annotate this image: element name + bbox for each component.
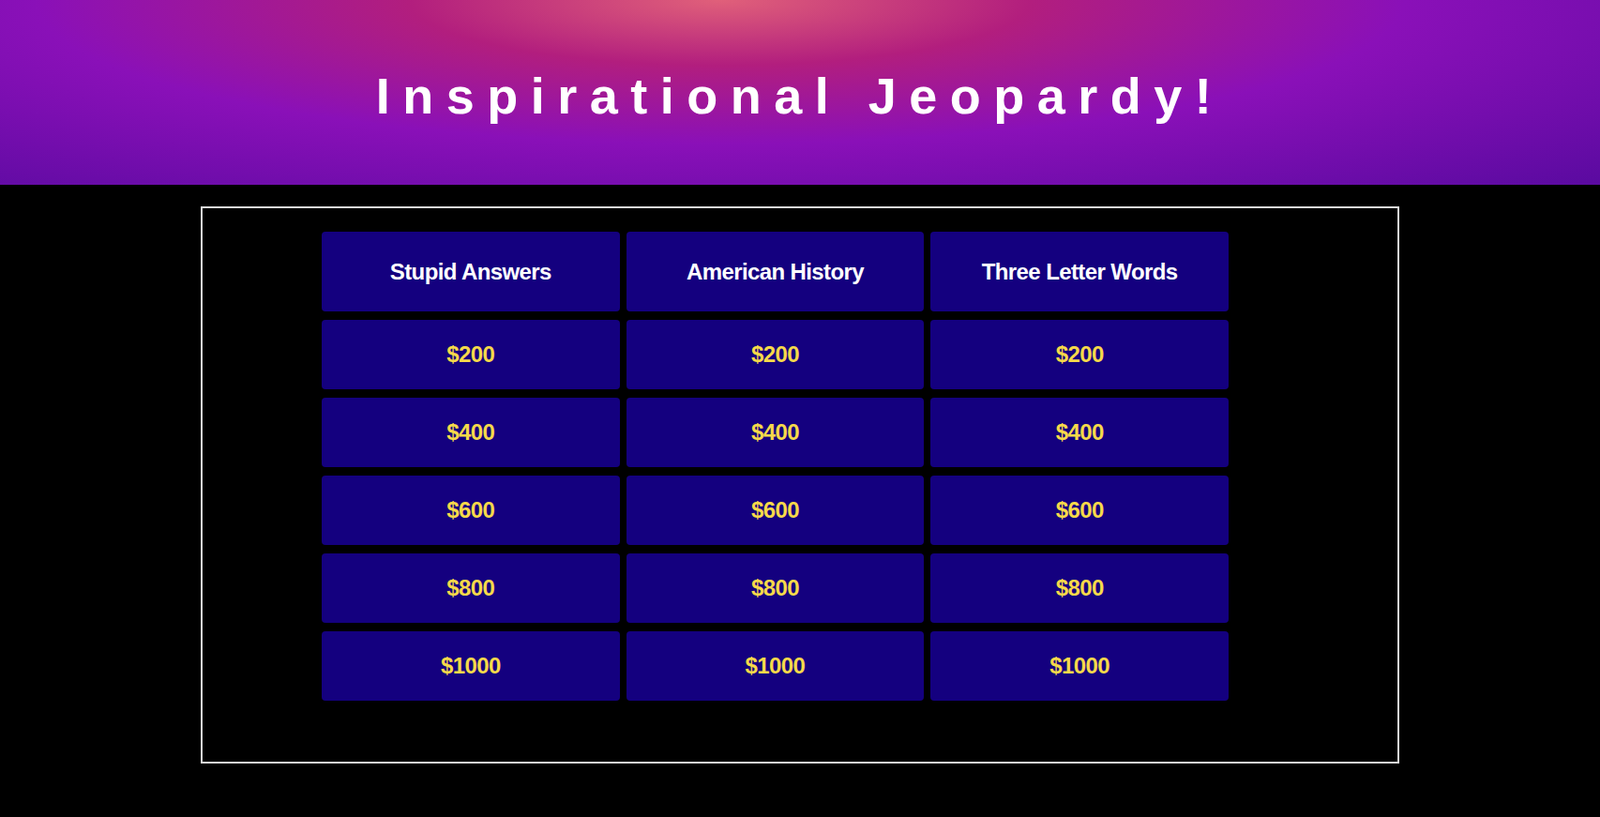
clue-cell[interactable]: $200 (626, 319, 925, 390)
clue-cell[interactable]: $1000 (930, 631, 1229, 701)
clue-cell[interactable]: $200 (930, 319, 1229, 390)
clue-cell[interactable]: $600 (626, 475, 925, 545)
clue-cell[interactable]: $600 (930, 475, 1229, 545)
clue-cell[interactable]: $400 (930, 397, 1229, 468)
board-area: Stupid Answers$200$400$600$800$1000Ameri… (0, 184, 1600, 801)
app: Inspirational Jeopardy!Stupid Answers$20… (0, 0, 1600, 817)
category-header: American History (626, 231, 925, 312)
clue-cell[interactable]: $400 (626, 397, 925, 468)
clue-cell[interactable]: $800 (321, 553, 620, 623)
clue-cell[interactable]: $800 (626, 553, 925, 623)
clue-cell[interactable]: $1000 (321, 631, 620, 701)
clue-cell[interactable]: $1000 (626, 631, 925, 701)
category-header: Stupid Answers (321, 231, 620, 312)
page-title: Inspirational Jeopardy! (376, 70, 1225, 121)
clue-cell[interactable]: $800 (930, 553, 1229, 623)
clue-cell[interactable]: $400 (321, 397, 620, 468)
board-frame: Stupid Answers$200$400$600$800$1000Ameri… (200, 206, 1400, 764)
clue-cell[interactable]: $600 (321, 475, 620, 545)
header-banner: Inspirational Jeopardy! (0, 0, 1600, 185)
category-header: Three Letter Words (930, 231, 1229, 312)
game-board: Stupid Answers$200$400$600$800$1000Ameri… (321, 231, 1229, 701)
clue-cell[interactable]: $200 (321, 319, 620, 390)
